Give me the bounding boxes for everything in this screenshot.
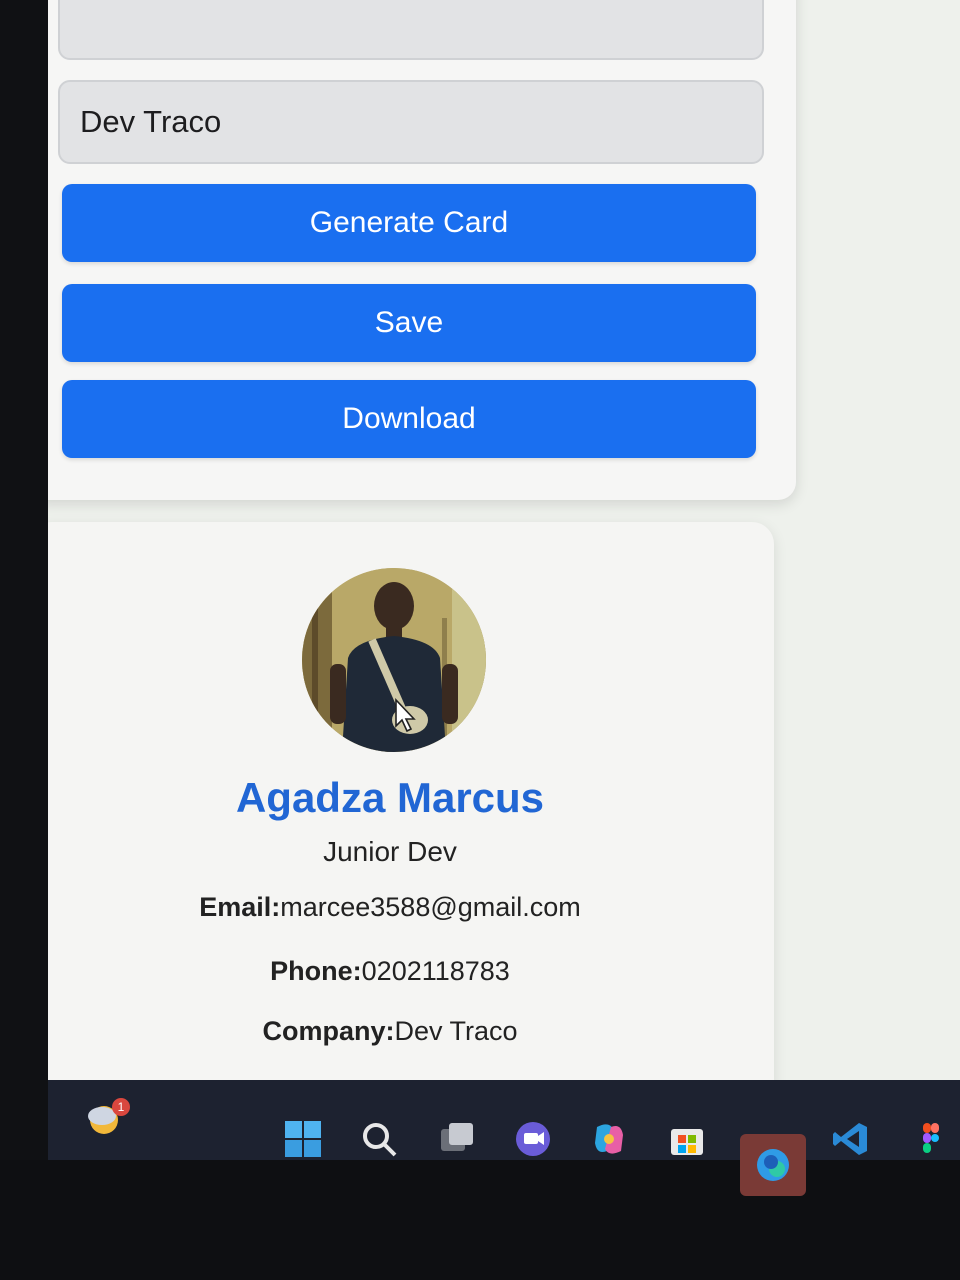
company-value: Dev Traco bbox=[394, 1016, 518, 1046]
generate-card-button[interactable]: Generate Card bbox=[62, 184, 756, 262]
teams-chat-icon[interactable] bbox=[512, 1118, 554, 1160]
copilot-icon[interactable] bbox=[588, 1118, 630, 1160]
search-icon[interactable] bbox=[358, 1118, 400, 1160]
save-button[interactable]: Save bbox=[62, 284, 756, 362]
download-button[interactable]: Download bbox=[62, 380, 756, 458]
vscode-icon[interactable] bbox=[830, 1118, 872, 1160]
email-label: Email: bbox=[199, 892, 281, 922]
windows-start-icon[interactable] bbox=[282, 1118, 324, 1160]
figma-icon[interactable] bbox=[910, 1118, 952, 1160]
card-form: 0202118783 Dev Traco Generate Card Save … bbox=[48, 0, 796, 500]
card-phone-row: Phone:0202118783 bbox=[48, 956, 750, 987]
task-view-icon[interactable] bbox=[436, 1118, 478, 1160]
company-input[interactable]: Dev Traco bbox=[58, 80, 764, 164]
card-company-row: Company:Dev Traco bbox=[48, 1016, 750, 1047]
card-email-row: Email:marcee3588@gmail.com bbox=[48, 892, 750, 923]
edge-icon[interactable] bbox=[740, 1134, 806, 1196]
card-role: Junior Dev bbox=[323, 836, 457, 867]
browser-viewport: 0202118783 Dev Traco Generate Card Save … bbox=[0, 0, 960, 1160]
weather-badge: 1 bbox=[112, 1098, 130, 1116]
taskbar bbox=[48, 1080, 960, 1160]
company-label: Company: bbox=[262, 1016, 395, 1046]
card-name: Agadza Marcus bbox=[235, 774, 545, 821]
phone-label: Phone: bbox=[270, 956, 362, 986]
company-input-value: Dev Traco bbox=[80, 104, 222, 139]
email-value: marcee3588@gmail.com bbox=[280, 892, 581, 922]
phone-input-value: 0202118783 bbox=[80, 0, 250, 4]
profile-card: Agadza Marcus Junior Dev Email:marcee358… bbox=[48, 522, 774, 1122]
phone-input[interactable]: 0202118783 bbox=[58, 0, 764, 60]
phone-value: 0202118783 bbox=[361, 956, 510, 986]
store-icon[interactable] bbox=[666, 1118, 708, 1160]
mouse-cursor-icon bbox=[395, 698, 416, 733]
